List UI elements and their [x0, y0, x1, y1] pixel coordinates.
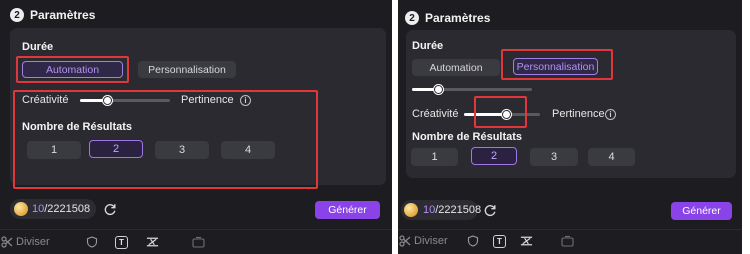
section-header: 2 Paramètres: [405, 11, 490, 25]
step-number-icon: 2: [405, 11, 419, 25]
duree-label: Durée: [412, 40, 444, 52]
creativity-slider-fill: [464, 113, 506, 116]
pertinence-label: Pertinence: [181, 94, 234, 106]
split-icon: [0, 236, 13, 249]
pertinence-label: Pertinence: [552, 108, 605, 120]
credits-total: /2221508: [44, 203, 91, 215]
info-icon[interactable]: i: [240, 95, 251, 106]
results-label: Nombre de Résultats: [22, 121, 133, 133]
result-option-2[interactable]: 2: [471, 147, 517, 165]
tab-automation[interactable]: Automation: [412, 59, 500, 76]
magic-wand-icon[interactable]: [146, 236, 159, 249]
shield-icon[interactable]: [466, 235, 479, 248]
left-panel: 2 Paramètres Durée Automation Personnali…: [0, 0, 392, 254]
image-icon[interactable]: [561, 235, 574, 248]
duree-label: Durée: [22, 41, 54, 53]
diviser-button[interactable]: Diviser: [398, 235, 448, 248]
result-option-1[interactable]: 1: [411, 148, 458, 166]
magic-wand-icon[interactable]: [520, 235, 533, 248]
info-icon[interactable]: i: [605, 109, 616, 120]
result-option-3[interactable]: 3: [530, 148, 578, 166]
section-title: Paramètres: [30, 8, 96, 22]
result-option-4[interactable]: 4: [221, 141, 275, 159]
text-icon[interactable]: T: [115, 235, 128, 249]
result-option-2[interactable]: 2: [89, 140, 143, 158]
section-title: Paramètres: [425, 11, 491, 25]
creativity-slider-handle[interactable]: [502, 110, 511, 119]
result-option-3[interactable]: 3: [155, 141, 209, 159]
creativity-slider-handle[interactable]: [103, 96, 112, 105]
result-option-1[interactable]: 1: [27, 141, 81, 159]
coin-icon: [404, 203, 418, 217]
image-icon[interactable]: [192, 236, 205, 249]
step-number-icon: 2: [10, 8, 24, 22]
text-icon[interactable]: T: [493, 234, 506, 248]
refresh-icon[interactable]: [483, 203, 497, 217]
diviser-button[interactable]: Diviser: [0, 236, 50, 249]
generate-button[interactable]: Générer: [315, 201, 380, 219]
coin-icon: [14, 202, 28, 216]
tab-personnalisation[interactable]: Personnalisation: [513, 58, 598, 75]
shield-icon[interactable]: [85, 236, 98, 249]
extra-slider-handle[interactable]: [434, 85, 443, 94]
section-header: 2 Paramètres: [10, 8, 95, 22]
results-label: Nombre de Résultats: [412, 131, 523, 143]
bottom-toolbar: Diviser T: [398, 229, 742, 253]
creativite-label: Créativité: [22, 94, 69, 106]
credits-used: 10: [32, 203, 45, 215]
generate-button[interactable]: Générer: [671, 202, 732, 220]
creativite-label: Créativité: [412, 108, 459, 120]
credits-used: 10: [423, 204, 436, 216]
split-icon: [398, 235, 411, 248]
tab-personnalisation[interactable]: Personnalisation: [138, 61, 236, 78]
settings-card: [10, 28, 386, 185]
refresh-icon[interactable]: [103, 202, 117, 216]
diviser-label: Diviser: [16, 236, 50, 248]
credits-total: /2221508: [435, 204, 482, 216]
diviser-label: Diviser: [414, 235, 448, 247]
tab-automation[interactable]: Automation: [22, 61, 123, 78]
result-option-4[interactable]: 4: [588, 148, 635, 166]
bottom-toolbar: Diviser T: [0, 230, 392, 254]
right-panel: 2 Paramètres Durée Automation Personnali…: [398, 0, 742, 254]
